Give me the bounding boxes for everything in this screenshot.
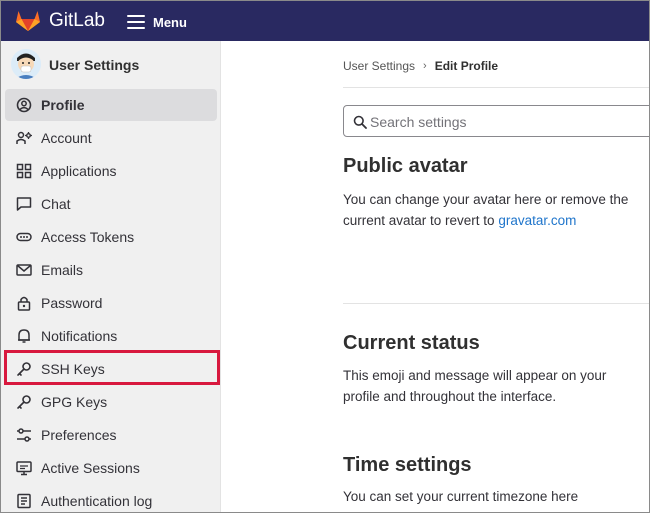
sidebar-item-label: Preferences [41,427,117,443]
gravatar-link[interactable]: gravatar.com [498,213,576,228]
sidebar-item-label: Chat [41,196,71,212]
sidebar-item-account[interactable]: Account [5,122,217,154]
sidebar-item-notifications[interactable]: Notifications [5,320,217,352]
sidebar-item-label: Authentication log [41,493,153,509]
sidebar-item-label: Emails [41,262,84,278]
search-input[interactable] [370,112,640,132]
sidebar-item-password[interactable]: Password [5,287,217,319]
sidebar-item-preferences[interactable]: Preferences [5,419,217,451]
section-text-time-settings: You can set your current timezone here [343,489,579,504]
breadcrumb-parent-link[interactable]: User Settings [343,59,415,73]
monitor-icon [16,461,32,476]
sidebar: User Settings Profile Account Applicatio… [1,41,221,512]
section-text-current-status: This emoji and message will appear on yo… [343,368,607,404]
sidebar-item-applications[interactable]: Applications [5,155,217,187]
sidebar-item-label: Active Sessions [41,460,140,476]
brand-name[interactable]: GitLab [49,10,105,32]
bell-icon [18,329,30,343]
account-icon [16,131,32,144]
key-icon [17,395,31,409]
menu-label: Menu [153,14,187,30]
avatar [11,49,41,79]
sidebar-item-active-sessions[interactable]: Active Sessions [5,452,217,484]
sidebar-item-label: Account [41,130,92,146]
sidebar-item-profile[interactable]: Profile [5,89,217,121]
sidebar-item-label: Password [41,295,103,311]
mail-icon [16,264,32,276]
log-icon [17,493,31,509]
breadcrumb: User Settings › Edit Profile [343,59,498,73]
section-text-public-avatar: You can change your avatar here or remov… [343,189,643,231]
sidebar-item-gpg-keys[interactable]: GPG Keys [5,386,217,418]
token-icon [16,232,32,242]
section-title-public-avatar: Public avatar [343,155,468,177]
sidebar-header[interactable]: User Settings [1,41,221,87]
app-window: GitLab Menu User Settings Profile Accoun… [0,0,650,513]
lock-icon [17,296,31,311]
preferences-icon [17,428,31,442]
breadcrumb-separator: › [423,60,427,72]
chat-icon [16,197,32,211]
search-icon [353,115,367,129]
avatar-description: You can change your avatar here or remov… [343,192,629,228]
sidebar-item-authentication-log[interactable]: Authentication log [5,485,217,512]
ssh-keys-highlight-box [4,350,220,385]
hamburger-icon [127,15,145,29]
breadcrumb-divider [343,87,649,88]
profile-icon [16,97,32,113]
sidebar-item-label: Profile [41,97,85,113]
section-divider [343,303,649,304]
sidebar-item-chat[interactable]: Chat [5,188,217,220]
sidebar-item-label: Access Tokens [41,229,135,245]
applications-icon [16,163,32,179]
section-title-time-settings: Time settings [343,454,472,476]
gitlab-logo-icon[interactable] [15,8,41,32]
sidebar-item-label: Notifications [41,328,118,344]
sidebar-item-label: Applications [41,163,117,179]
sidebar-item-access-tokens[interactable]: Access Tokens [5,221,217,253]
sidebar-item-label: GPG Keys [41,394,108,410]
section-title-current-status: Current status [343,332,480,354]
sidebar-title: User Settings [49,57,140,73]
breadcrumb-current: Edit Profile [434,59,499,73]
top-bar: GitLab Menu [1,1,649,41]
menu-button[interactable]: Menu [127,12,187,32]
search-settings-field[interactable] [343,105,649,137]
sidebar-item-emails[interactable]: Emails [5,254,217,286]
